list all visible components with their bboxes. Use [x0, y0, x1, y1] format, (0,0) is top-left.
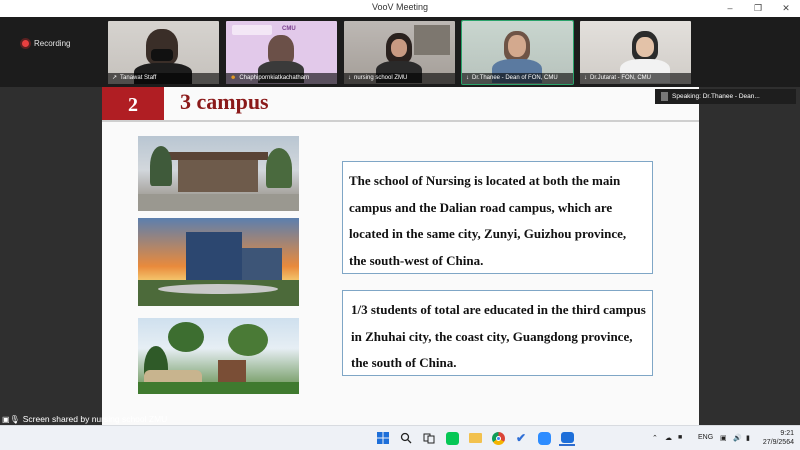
gate-roof: [168, 152, 268, 160]
tray-monitor-icon[interactable]: ▣: [720, 434, 727, 442]
participant-tile[interactable]: CMU ☻ Chaphipornkiatkachatharn: [226, 21, 337, 84]
screen-share-icon: ▣🎙: [2, 414, 20, 424]
slide-textbox-main-campus: The school of Nursing is located at both…: [342, 161, 653, 274]
participant-face: [636, 37, 654, 57]
palm-tree: [168, 322, 204, 352]
participant-name: Chaphipornkiatkachatharn: [239, 75, 310, 81]
slide-title: 3 campus: [180, 89, 269, 114]
battery-icon[interactable]: ▮: [746, 434, 750, 442]
check-app-icon[interactable]: ✔: [513, 430, 529, 446]
speaker-avatar-icon: [661, 91, 668, 101]
voov-meeting-icon[interactable]: [559, 430, 575, 446]
participant-name: Tanawat Staff: [120, 75, 157, 81]
recording-indicator[interactable]: Recording: [22, 39, 70, 48]
file-explorer-icon[interactable]: [467, 430, 483, 446]
side-building: [242, 248, 282, 282]
screen-share-label: Screen shared by nursing school ZMU: [22, 414, 168, 424]
cmu-logo-icon: CMU: [282, 26, 296, 32]
close-button[interactable]: ✕: [772, 0, 800, 17]
system-clock[interactable]: 9:21 27/9/2564: [763, 429, 794, 447]
recording-label: Recording: [34, 39, 71, 48]
participant-name-bar: ↓ Dr.Thanee - Dean of FON, CMU: [462, 73, 573, 84]
campus-photo-garden: [138, 318, 299, 394]
clock-time: 9:21: [780, 430, 794, 437]
participant-tile[interactable]: ↓ Dr.Jutarat - FON, CMU: [580, 21, 691, 84]
window-titlebar: VooV Meeting – ❐ ✕: [0, 0, 800, 17]
participant-tile-active[interactable]: ↓ Dr.Thanee - Dean of FON, CMU: [461, 20, 574, 85]
tower-building: [186, 232, 242, 282]
search-icon[interactable]: [398, 430, 414, 446]
tray-app-icon[interactable]: ■: [678, 434, 682, 441]
slide-divider: [102, 120, 699, 122]
participant-name: nursing school ZMU: [354, 75, 408, 81]
tree-shape: [150, 146, 172, 186]
plaza-ground: [138, 194, 299, 211]
mic-icon: ↓: [348, 75, 351, 81]
participant-face: [508, 35, 526, 57]
participant-strip: Recording ↗ Tanawat Staff CMU ☻ Chaphiporn…: [0, 17, 800, 87]
mask-shape: [151, 49, 173, 61]
gate-building: [178, 158, 258, 192]
avatar-icon: ☻: [230, 75, 237, 81]
participant-name: Dr.Thanee - Dean of FON, CMU: [472, 75, 558, 81]
participant-name-bar: ↓ nursing school ZMU: [344, 73, 455, 84]
brick-wall: [218, 360, 246, 384]
speaking-label: Speaking: Dr.Thanee - Dean...: [672, 93, 760, 100]
background-shelf: [414, 25, 450, 55]
tray-cloud-icon[interactable]: ☁: [665, 434, 672, 442]
participant-name: Dr.Jutarat - FON, CMU: [590, 75, 652, 81]
clock-date: 27/9/2564: [762, 439, 794, 446]
windows-taskbar: ✔ ⌃ ☁ ■ ENG ▣ 🔊 ▮ 9:21 27/9/2564: [0, 425, 800, 450]
speaker-icon: ↗: [112, 75, 118, 81]
chrome-icon[interactable]: [490, 430, 506, 446]
mic-icon: ↓: [584, 75, 587, 81]
logo-strip: [232, 25, 272, 35]
record-icon: [22, 40, 29, 47]
participant-tile[interactable]: ↗ Tanawat Staff: [108, 21, 219, 84]
windows-start-icon[interactable]: [375, 430, 391, 446]
participant-name-bar: ☻ Chaphipornkiatkachatharn: [226, 73, 337, 84]
palm-tree: [228, 324, 268, 356]
campus-photo-gate: [138, 136, 299, 211]
minimize-button[interactable]: –: [716, 0, 744, 17]
screen-share-status: ▣🎙 Screen shared by nursing school ZMU: [2, 414, 167, 424]
zoom-app-icon[interactable]: [536, 430, 552, 446]
campus-photo-building: [138, 218, 299, 306]
participant-name-bar: ↗ Tanawat Staff: [108, 73, 219, 84]
plaza-curve: [158, 284, 278, 294]
tray-chevron-up-icon[interactable]: ⌃: [652, 434, 658, 442]
task-view-icon[interactable]: [421, 430, 437, 446]
participant-tile[interactable]: ↓ nursing school ZMU: [344, 21, 455, 84]
slide-textbox-third-campus: 1/3 students of total are educated in th…: [342, 290, 653, 376]
line-app-icon[interactable]: [444, 430, 460, 446]
tree-shape: [266, 148, 292, 188]
mic-icon: ↓: [466, 75, 469, 81]
shared-screen-stage: 2 3 campus The school of Nursing is loca…: [0, 87, 800, 425]
volume-icon[interactable]: 🔊: [733, 434, 742, 442]
window-title: VooV Meeting: [371, 2, 429, 12]
maximize-button[interactable]: ❐: [744, 0, 772, 17]
participant-face: [391, 39, 407, 57]
presentation-slide: 2 3 campus The school of Nursing is loca…: [102, 87, 699, 425]
active-speaker-banner: Speaking: Dr.Thanee - Dean...: [655, 89, 796, 104]
language-indicator[interactable]: ENG: [698, 434, 713, 441]
slide-number: 2: [102, 87, 164, 120]
hedge: [138, 382, 299, 394]
participant-name-bar: ↓ Dr.Jutarat - FON, CMU: [580, 73, 691, 84]
